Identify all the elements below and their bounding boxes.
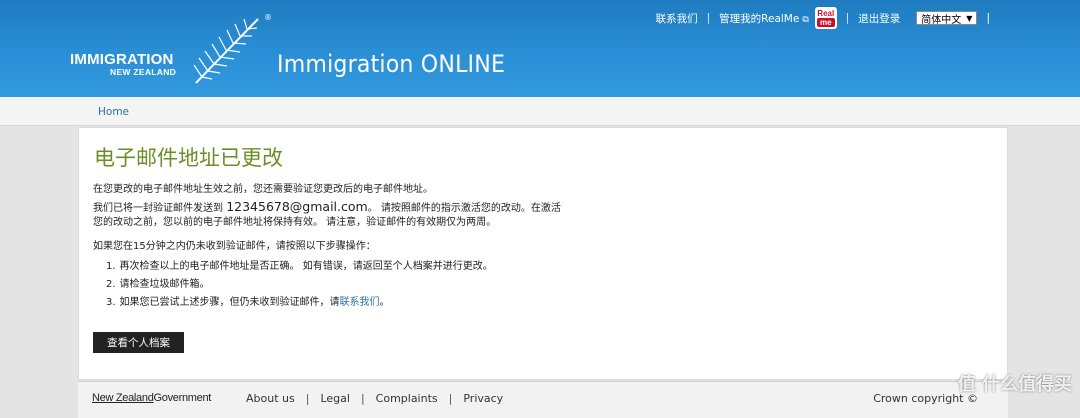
list-item: 3. 如果您已尝试上述步骤，但仍未收到验证邮件，请联系我们。	[106, 293, 493, 311]
footer-links: About us | Legal | Complaints | Privacy	[246, 392, 503, 405]
site-footer: New ZealandGovernment About us | Legal |…	[78, 381, 1008, 418]
email-address: 12345678@gmail.com	[226, 199, 368, 214]
verification-text-prefix: 我们已将一封验证邮件发送到	[93, 203, 223, 214]
breadcrumb-home-link[interactable]: Home	[98, 106, 129, 118]
footer-link-legal[interactable]: Legal	[320, 392, 349, 405]
step-text: 再次检查以上的电子邮件地址是否正确。 如有错误，请返回至个人档案并进行更改。	[119, 261, 493, 272]
manage-realme-link[interactable]: 管理我的RealMe ⧉	[719, 11, 809, 26]
govt-logo-part-b: Government	[153, 392, 212, 404]
verification-paragraph: 我们已将一封验证邮件发送到 12345678@gmail.com。 请按照邮件的…	[93, 200, 563, 230]
realme-badge-bottom: me	[816, 18, 835, 27]
logo-text-new-zealand: NEW ZEALAND	[110, 67, 177, 77]
step-text: 如果您已尝试上述步骤，但仍未收到验证邮件，请	[119, 297, 340, 308]
step-number: 2.	[106, 279, 116, 290]
site-title: Immigration ONLINE	[277, 50, 506, 78]
step-number: 1.	[106, 261, 116, 272]
chevron-down-icon: ▼	[966, 13, 973, 23]
footer-link-privacy[interactable]: Privacy	[463, 392, 503, 405]
step-text-end: 。	[379, 297, 390, 308]
nav-separator: |	[986, 12, 990, 24]
step-number: 3.	[106, 297, 116, 308]
footer-separator: |	[305, 392, 310, 405]
realme-badge-top: Real	[817, 9, 835, 18]
nz-government-logo[interactable]: New ZealandGovernment	[92, 392, 211, 404]
steps-list: 1. 再次检查以上的电子邮件地址是否正确。 如有错误，请返回至个人档案并进行更改。…	[106, 257, 493, 311]
view-profile-button[interactable]: 查看个人档案	[93, 332, 184, 353]
watermark-text: 值 什么值得买	[957, 374, 1072, 395]
manage-realme-label: 管理我的RealMe	[719, 12, 800, 25]
list-item: 2. 请检查垃圾邮件箱。	[106, 275, 493, 293]
realme-logo-icon[interactable]: Real me	[814, 7, 837, 29]
footer-separator: |	[448, 392, 453, 405]
immigration-nz-logo[interactable]: IMMIGRATION NEW ZEALAND ®	[70, 13, 280, 85]
govt-logo-part-a: New Zealand	[92, 392, 154, 404]
logout-link[interactable]: 退出登录	[858, 11, 900, 26]
nav-separator: |	[845, 12, 850, 24]
language-select[interactable]: 简体中文 ▼	[916, 11, 978, 26]
list-item: 1. 再次检查以上的电子邮件地址是否正确。 如有错误，请返回至个人档案并进行更改。	[106, 257, 493, 275]
breadcrumb-bar: Home	[0, 97, 1080, 126]
page-title: 电子邮件地址已更改	[94, 146, 283, 170]
site-header: IMMIGRATION NEW ZEALAND ® Immigration ON…	[0, 0, 1080, 97]
content-card: 电子邮件地址已更改 在您更改的电子邮件地址生效之前，您还需要验证您更改后的电子邮…	[78, 127, 1008, 380]
contact-us-inline-link[interactable]: 联系我们	[340, 297, 380, 308]
language-select-value: 简体中文	[921, 14, 962, 26]
footer-link-complaints[interactable]: Complaints	[376, 392, 438, 405]
footer-separator: |	[360, 392, 365, 405]
intro-paragraph: 在您更改的电子邮件地址生效之前，您还需要验证您更改后的电子邮件地址。	[93, 184, 433, 195]
footer-link-about-us[interactable]: About us	[246, 392, 295, 405]
logo-text-immigration: IMMIGRATION	[70, 51, 174, 68]
top-nav: 联系我们 | 管理我的RealMe ⧉ Real me | 退出登录 简体中文 ▼…	[656, 7, 990, 29]
silver-fern-icon	[193, 18, 259, 84]
nav-separator: |	[706, 12, 711, 24]
external-link-icon: ⧉	[802, 14, 809, 25]
contact-us-link[interactable]: 联系我们	[656, 11, 698, 26]
registered-mark: ®	[264, 13, 272, 22]
instructions-paragraph: 如果您在15分钟之内仍未收到验证邮件，请按照以下步骤操作：	[93, 241, 376, 252]
step-text: 请检查垃圾邮件箱。	[119, 279, 210, 290]
